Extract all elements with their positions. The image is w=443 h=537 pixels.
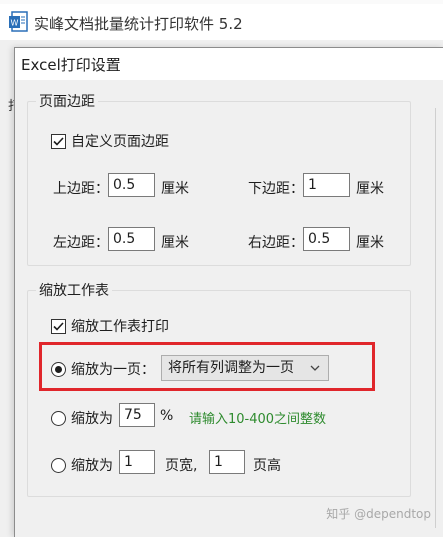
page-margins-legend: 页面边距	[39, 94, 95, 110]
fit-one-page-radio[interactable]	[51, 362, 66, 377]
fit-one-page-select[interactable]: 将所有列调整为一页	[161, 355, 329, 381]
pages-tall-input[interactable]: 1	[209, 450, 245, 474]
custom-margins-checkbox[interactable]	[51, 134, 66, 149]
scale-percent-label: 缩放为	[71, 411, 113, 427]
bottom-margin-input[interactable]: 1	[303, 173, 350, 197]
checkmark-icon	[53, 322, 64, 331]
watermark: 知乎 @dependtop	[326, 507, 431, 521]
checkmark-icon	[53, 137, 64, 146]
scale-percent-hint: 请输入10-400之间整数	[189, 412, 327, 427]
pages-wide-unit: 页宽,	[165, 458, 198, 474]
scale-print-label: 缩放工作表打印	[71, 319, 169, 335]
scale-pages-label: 缩放为	[71, 458, 113, 474]
scale-worksheet-legend: 缩放工作表	[39, 283, 109, 299]
pages-wide-input[interactable]: 1	[119, 450, 155, 474]
right-margin-input[interactable]: 0.5	[303, 227, 350, 251]
excel-print-settings-dialog: Excel打印设置 页面边距 自定义页面边距 上边距： 0.5 厘米 下边距： …	[14, 47, 443, 537]
left-margin-label: 左边距：	[53, 235, 109, 251]
right-margin-label: 右边距：	[248, 235, 304, 251]
fit-one-page-selected: 将所有列调整为一页	[168, 360, 294, 376]
custom-margins-label: 自定义页面边距	[71, 134, 169, 150]
scale-print-checkbox[interactable]	[51, 319, 66, 334]
right-margin-unit: 厘米	[356, 235, 384, 251]
app-title: 实峰文档批量统计打印软件 5.2	[34, 15, 243, 33]
chevron-down-icon	[310, 365, 320, 371]
bottom-margin-unit: 厘米	[356, 181, 384, 197]
svg-text:W: W	[11, 19, 19, 28]
app-titlebar: W 实峰文档批量统计打印软件 5.2	[0, 4, 443, 40]
fit-one-page-label: 缩放为一页：	[71, 362, 155, 378]
left-margin-input[interactable]: 0.5	[108, 227, 155, 251]
scale-percent-input[interactable]: 75	[119, 403, 155, 427]
dialog-title: Excel打印设置	[21, 56, 121, 74]
scale-percent-unit: %	[160, 408, 174, 424]
dialog-titlebar[interactable]: Excel打印设置	[15, 48, 443, 80]
dialog-right-divider	[435, 108, 436, 528]
left-margin-unit: 厘米	[161, 235, 189, 251]
top-margin-label: 上边距：	[53, 181, 109, 197]
bottom-margin-label: 下边距：	[248, 181, 304, 197]
app-document-icon: W	[9, 11, 29, 33]
pages-tall-unit: 页高	[253, 458, 281, 474]
top-margin-unit: 厘米	[161, 181, 189, 197]
scale-percent-radio[interactable]	[51, 411, 66, 426]
top-margin-input[interactable]: 0.5	[108, 173, 155, 197]
scale-pages-radio[interactable]	[51, 458, 66, 473]
